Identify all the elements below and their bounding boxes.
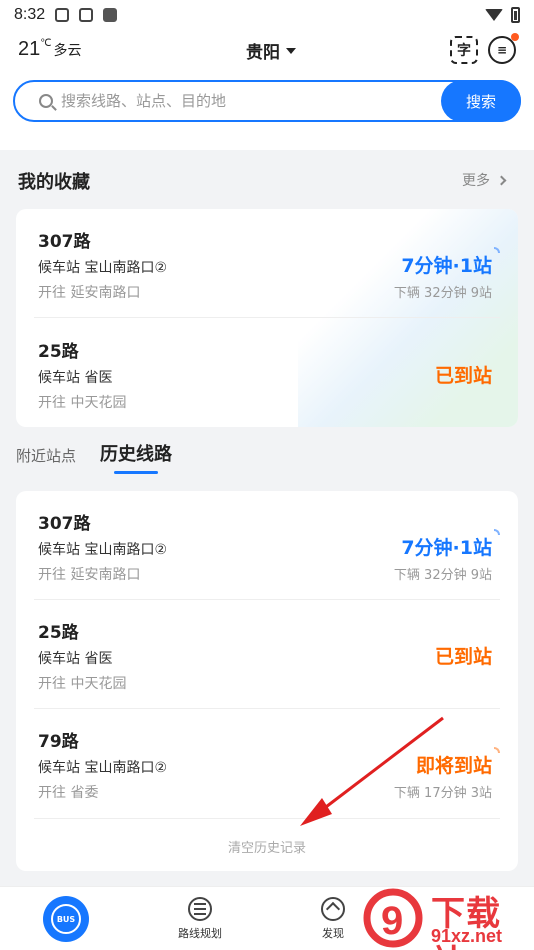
route-stop: 候车站 省医 xyxy=(38,370,113,386)
top-header: 21℃ 多云 贵阳 字 ≡ 搜索 xyxy=(0,30,534,150)
bus-icon-label: BUS xyxy=(51,904,81,934)
realtime-signal-icon xyxy=(494,529,500,535)
route-line-name: 25路 xyxy=(38,342,79,362)
route-next-bus: 下辆 17分钟 3站 xyxy=(393,786,492,801)
search-input[interactable] xyxy=(61,92,421,110)
scan-text-glyph: 字 xyxy=(457,43,471,59)
clear-history-button[interactable]: 清空历史记录 xyxy=(16,837,518,856)
route-stop: 候车站 宝山南路口② xyxy=(38,542,168,558)
status-bar: 8:32 xyxy=(0,0,534,30)
city-name: 贵阳 xyxy=(246,43,280,63)
route-eta: 7分钟·1站 xyxy=(401,255,492,277)
route-planning-icon xyxy=(188,897,212,921)
more-label: 更多 xyxy=(462,173,490,189)
status-time: 8:32 xyxy=(14,6,46,23)
station-tabs: 附近站点 历史线路 xyxy=(16,440,172,474)
wifi-icon xyxy=(485,9,503,21)
route-stop: 候车站 宝山南路口② xyxy=(38,260,168,276)
temperature-unit: ℃ xyxy=(40,38,52,49)
divider xyxy=(34,818,500,819)
history-route-row[interactable]: 25路 候车站 省医 开往 中天花园 已到站 xyxy=(16,600,518,708)
nav-discover-label: 发现 xyxy=(322,927,344,940)
route-stop: 候车站 省医 xyxy=(38,651,113,667)
weather-widget: 21℃ 多云 xyxy=(18,38,81,61)
route-stop: 候车站 宝山南路口② xyxy=(38,760,168,776)
battery-icon xyxy=(511,7,520,23)
history-card: 307路 候车站 宝山南路口② 开往 延安南路口 7分钟·1站 下辆 32分钟 … xyxy=(16,491,518,871)
bus-icon: BUS xyxy=(43,896,89,942)
route-line-name: 79路 xyxy=(38,732,79,752)
nav-route-planning-label: 路线规划 xyxy=(178,927,222,940)
watermark-logo-text: 9 xyxy=(381,899,403,943)
divider xyxy=(34,317,500,318)
message-icon[interactable]: ≡ xyxy=(488,33,519,64)
unread-dot xyxy=(511,33,519,41)
route-eta: 即将到站 xyxy=(415,755,492,777)
route-direction: 开往 中天花园 xyxy=(38,395,127,411)
route-line-name: 25路 xyxy=(38,623,79,643)
weather-description: 多云 xyxy=(53,43,82,59)
route-direction: 开往 中天花园 xyxy=(38,676,127,692)
scan-text-icon[interactable]: 字 xyxy=(450,36,478,64)
route-eta: 已到站 xyxy=(434,365,492,387)
notification-icon xyxy=(55,8,70,22)
app-square-icon xyxy=(103,8,118,22)
nav-bus[interactable]: BUS xyxy=(11,887,121,950)
realtime-signal-icon xyxy=(494,247,500,253)
route-eta: 7分钟·1站 xyxy=(401,537,492,559)
favorites-card: 307路 候车站 宝山南路口② 开往 延安南路口 7分钟·1站 下辆 32分钟 … xyxy=(16,209,518,427)
route-direction: 开往 省委 xyxy=(38,785,99,801)
app-notification-icon xyxy=(79,8,94,22)
watermark-logo: 9 xyxy=(363,888,423,948)
favorite-route-row[interactable]: 25路 候车站 省医 开往 中天花园 已到站 xyxy=(16,319,518,427)
route-direction: 开往 延安南路口 xyxy=(38,285,141,301)
city-selector[interactable]: 贵阳 xyxy=(246,38,296,63)
favorite-route-row[interactable]: 307路 候车站 宝山南路口② 开往 延安南路口 7分钟·1站 下辆 32分钟 … xyxy=(16,209,518,317)
temperature: 21 xyxy=(18,38,41,60)
history-route-row[interactable]: 307路 候车站 宝山南路口② 开往 延安南路口 7分钟·1站 下辆 32分钟 … xyxy=(16,491,518,599)
caret-down-icon xyxy=(286,47,296,54)
search-icon xyxy=(39,94,53,108)
search-button[interactable]: 搜索 xyxy=(441,80,521,122)
realtime-signal-icon xyxy=(494,747,500,753)
more-button[interactable]: 更多 xyxy=(462,170,507,190)
route-line-name: 307路 xyxy=(38,232,91,252)
route-next-bus: 下辆 32分钟 9站 xyxy=(393,286,492,301)
watermark-url: 91xz.net xyxy=(431,926,503,946)
route-direction: 开往 延安南路口 xyxy=(38,567,141,583)
route-line-name: 307路 xyxy=(38,514,91,534)
history-route-row[interactable]: 79路 候车站 宝山南路口② 开往 省委 即将到站 下辆 17分钟 3站 xyxy=(16,709,518,817)
nav-route-planning[interactable]: 路线规划 xyxy=(145,887,255,950)
site-watermark: 9 下载站 91xz.net xyxy=(363,884,534,950)
chevron-right-icon xyxy=(496,175,507,185)
compass-icon xyxy=(321,897,345,921)
tab-history-routes[interactable]: 历史线路 xyxy=(100,440,172,474)
tab-nearby-stations[interactable]: 附近站点 xyxy=(16,445,76,466)
route-next-bus: 下辆 32分钟 9站 xyxy=(393,568,492,583)
favorites-title: 我的收藏 xyxy=(18,172,90,193)
route-eta: 已到站 xyxy=(434,646,492,668)
search-bar: 搜索 xyxy=(13,80,521,122)
